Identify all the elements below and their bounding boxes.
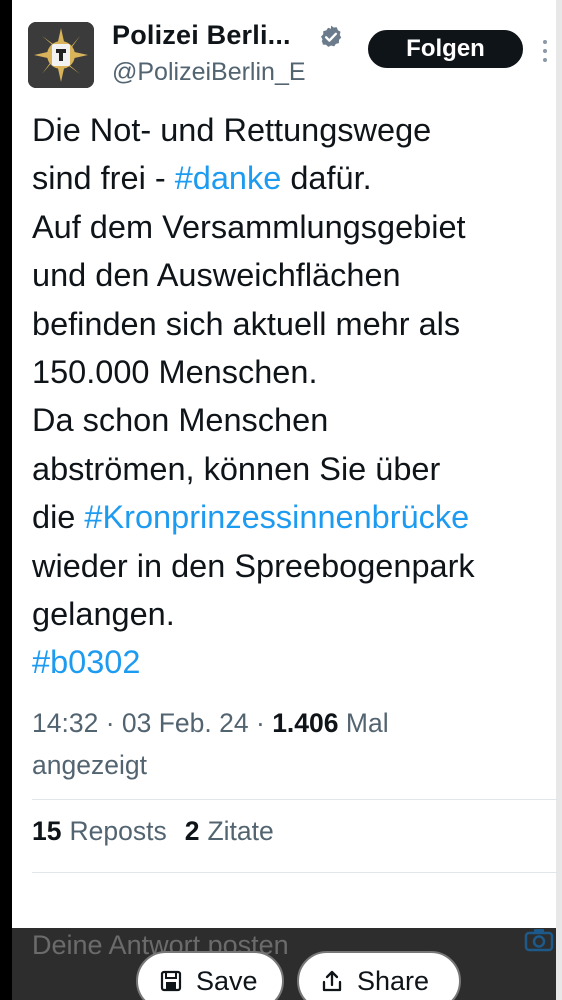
meta-separator: · [255,708,265,738]
tweet-text-line: 150.000 Menschen. [32,348,552,396]
tweet-text-line: befinden sich aktuell mehr als [32,300,552,348]
quotes-stat[interactable]: 2 Zitate [185,816,274,847]
share-icon [322,970,342,992]
quotes-count: 2 [184,816,200,846]
tweet-text-segment: wieder in den Spreebogenpark [32,547,475,584]
hashtag-link[interactable]: #b0302 [32,644,140,680]
tweet-text: Die Not- und Rettungswege sind frei - #da… [32,106,552,687]
tweet-text-line: Die Not- und Rettungswege [32,106,552,154]
views-label: Mal [345,708,389,738]
save-icon [160,970,182,992]
views-count: 1.406 [272,708,339,738]
share-label: Share [357,965,430,996]
tweet-text-line: Da schon Menschen [32,396,552,444]
tweet-meta: 14:32 · 03 Feb. 24 · 1.406 Mal angezeigt [32,702,532,786]
tweet-header: Polizei Berli... @PolizeiBerlin_E Folgen [28,20,558,100]
tweet-screen: Polizei Berli... @PolizeiBerlin_E Folgen… [0,0,562,1000]
account-handle: @PolizeiBerlin_E [112,58,306,86]
tweet-text-line: wieder in den Spreebogenpark [32,542,552,590]
tweet-text-line: sind frei - #danke dafür. [32,154,552,202]
tweet-text-segment: die [32,499,85,536]
tweet-text-segment: sind frei - [32,160,175,197]
follow-button[interactable]: Folgen [368,30,523,68]
berlin-bear-logo-icon [28,22,94,88]
avatar[interactable] [28,22,94,88]
more-options-icon[interactable] [540,38,550,64]
screen-edge [0,0,12,1000]
reposts-count: 15 [32,816,62,846]
account-name[interactable]: Polizei Berli... [112,20,291,51]
hashtag-link[interactable]: #danke [175,160,282,196]
tweet-text-segment: gelangen. [32,596,175,633]
tweet-time[interactable]: 14:32 [32,708,98,738]
tweet-text-segment: befinden sich aktuell mehr als [32,305,461,342]
verified-badge-icon [321,25,342,47]
tweet-text-segment: dafür. [281,160,372,197]
quotes-label: Zitate [207,816,274,846]
camera-icon[interactable] [524,928,554,952]
scroll-edge [556,0,562,1000]
meta-separator: · [105,708,115,738]
tweet-stats: 15 Reposts 2 Zitate [32,816,274,847]
tweet-text-line: gelangen. [32,590,552,638]
tweet-text-segment: und den Ausweichflächen [32,257,401,294]
tweet-text-line: die #Kronprinzessinnenbrücke [32,493,552,541]
save-button[interactable]: Save [136,951,284,1000]
reply-bar[interactable]: Deine Antwort posten [12,928,556,1000]
divider [32,872,558,873]
tweet-text-line: #b0302 [32,638,552,686]
tweet-text-line: Auf dem Versammlungsgebiet [32,203,552,251]
reposts-label: Reposts [69,816,167,846]
tweet-text-line: und den Ausweichflächen [32,251,552,299]
hashtag-link[interactable]: #Kronprinzessinnenbrücke [84,499,469,535]
save-label: Save [196,965,258,996]
tweet-date[interactable]: 03 Feb. 24 [122,708,249,738]
divider [32,799,558,800]
tweet-text-segment: Auf dem Versammlungsgebiet [32,208,466,245]
tweet-text-segment: abströmen, können Sie über [32,450,441,487]
reposts-stat[interactable]: 15 Reposts [32,816,167,847]
views-label-cont: angezeigt [32,750,147,780]
tweet-text-segment: Da schon Menschen [32,402,329,439]
tweet-text-line: abströmen, können Sie über [32,445,552,493]
share-button[interactable]: Share [297,951,461,1000]
tweet-text-segment: 150.000 Menschen. [32,354,318,391]
tweet-text-segment: Die Not- und Rettungswege [32,112,432,148]
